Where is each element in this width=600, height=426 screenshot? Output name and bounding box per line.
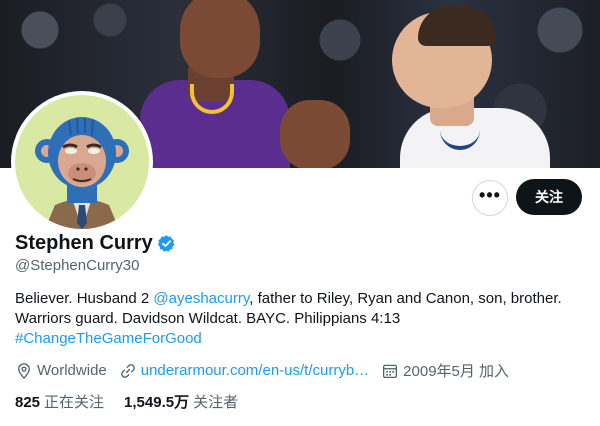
followers-link[interactable]: 1,549.5万 关注者 bbox=[124, 391, 238, 412]
following-label: 正在关注 bbox=[44, 394, 105, 411]
link-icon bbox=[120, 363, 135, 378]
followers-label: 关注者 bbox=[193, 394, 239, 411]
following-link[interactable]: 825 正在关注 bbox=[15, 391, 104, 412]
location-item: Worldwide bbox=[15, 362, 107, 380]
website-item[interactable]: underarmour.com/en-us/t/curryb… bbox=[119, 362, 369, 380]
verified-badge-icon[interactable] bbox=[157, 234, 176, 253]
following-count: 825 bbox=[15, 394, 41, 411]
joined-item: 2009年5月 加入 bbox=[381, 360, 509, 381]
bio-hashtag-link[interactable]: #ChangeTheGameForGood bbox=[15, 330, 202, 347]
profile-stats: 825 正在关注 1,549.5万 关注者 bbox=[15, 391, 238, 412]
bio-text: Believer. Husband 2 bbox=[15, 290, 154, 307]
profile-meta: Worldwide underarmour.com/en-us/t/curryb… bbox=[15, 360, 521, 381]
followers-count: 1,549.5万 bbox=[124, 394, 190, 411]
profile-name-row: Stephen Curry bbox=[15, 232, 176, 255]
more-options-button[interactable]: ••• bbox=[472, 180, 508, 216]
follow-button[interactable]: 关注 bbox=[516, 179, 582, 215]
avatar-image bbox=[15, 95, 149, 229]
profile-name: Stephen Curry bbox=[15, 232, 153, 254]
website-link[interactable]: underarmour.com/en-us/t/curryb… bbox=[141, 362, 369, 379]
profile-handle: @StephenCurry30 bbox=[15, 257, 140, 274]
calendar-icon bbox=[383, 364, 398, 378]
joined-date: 2009年5月 加入 bbox=[403, 363, 510, 380]
avatar[interactable] bbox=[11, 91, 153, 233]
bio-mention-link[interactable]: @ayeshacurry bbox=[153, 290, 249, 307]
banner-figure-left-head bbox=[180, 0, 260, 78]
location-text: Worldwide bbox=[37, 362, 107, 379]
profile-bio: Believer. Husband 2 @ayeshacurry, father… bbox=[15, 289, 590, 349]
more-icon: ••• bbox=[479, 185, 501, 205]
banner-figure-left-arm bbox=[280, 100, 350, 168]
ape-avatar-icon bbox=[35, 117, 129, 229]
location-icon bbox=[18, 362, 30, 379]
